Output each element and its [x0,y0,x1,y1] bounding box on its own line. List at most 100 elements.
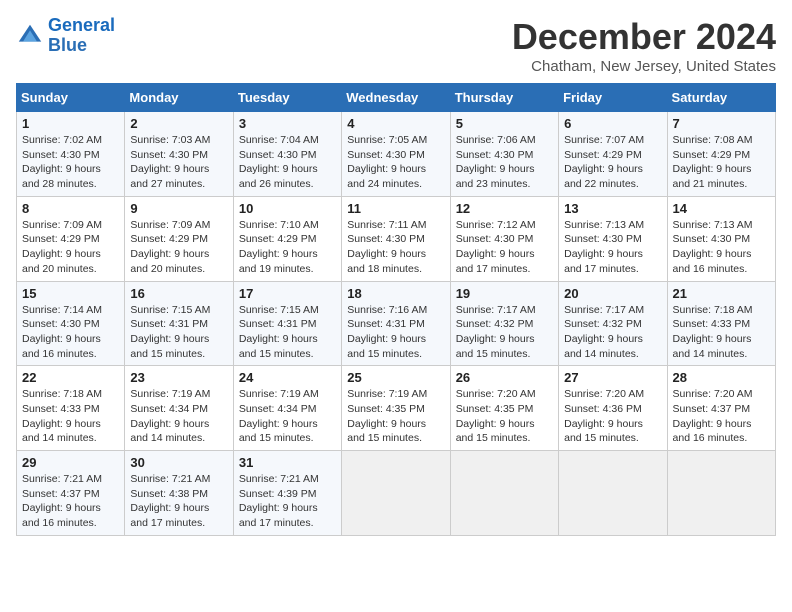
calendar-week-5: 29 Sunrise: 7:21 AMSunset: 4:37 PMDayligh… [17,451,776,536]
day-detail: Sunrise: 7:21 AMSunset: 4:39 PMDaylight:… [239,472,336,531]
calendar-cell: 1 Sunrise: 7:02 AMSunset: 4:30 PMDaylight… [17,112,125,197]
day-number: 6 [564,116,661,131]
calendar-cell: 18 Sunrise: 7:16 AMSunset: 4:31 PMDayligh… [342,281,450,366]
day-detail: Sunrise: 7:17 AMSunset: 4:32 PMDaylight:… [456,303,553,362]
day-detail: Sunrise: 7:19 AMSunset: 4:34 PMDaylight:… [130,387,227,446]
weekday-header-saturday: Saturday [667,84,775,112]
day-detail: Sunrise: 7:19 AMSunset: 4:34 PMDaylight:… [239,387,336,446]
day-detail: Sunrise: 7:15 AMSunset: 4:31 PMDaylight:… [239,303,336,362]
logo-icon [16,22,44,50]
day-number: 17 [239,286,336,301]
calendar-cell: 31 Sunrise: 7:21 AMSunset: 4:39 PMDayligh… [233,451,341,536]
calendar-cell: 17 Sunrise: 7:15 AMSunset: 4:31 PMDayligh… [233,281,341,366]
calendar-week-3: 15 Sunrise: 7:14 AMSunset: 4:30 PMDayligh… [17,281,776,366]
day-detail: Sunrise: 7:13 AMSunset: 4:30 PMDaylight:… [673,218,770,277]
calendar-cell: 25Sunrise: 7:19 AMSunset: 4:35 PMDayligh… [342,366,450,451]
day-detail: Sunrise: 7:13 AMSunset: 4:30 PMDaylight:… [564,218,661,277]
day-number: 10 [239,201,336,216]
calendar-cell: 30 Sunrise: 7:21 AMSunset: 4:38 PMDayligh… [125,451,233,536]
day-number: 29 [22,455,119,470]
location: Chatham, New Jersey, United States [512,58,776,75]
day-detail: Sunrise: 7:06 AMSunset: 4:30 PMDaylight:… [456,133,553,192]
calendar-cell [450,451,558,536]
calendar-cell: 6Sunrise: 7:07 AMSunset: 4:29 PMDaylight… [559,112,667,197]
day-number: 24 [239,370,336,385]
calendar-cell: 29 Sunrise: 7:21 AMSunset: 4:37 PMDayligh… [17,451,125,536]
day-detail: Sunrise: 7:05 AMSunset: 4:30 PMDaylight:… [347,133,444,192]
calendar-cell: 7 Sunrise: 7:08 AMSunset: 4:29 PMDaylight… [667,112,775,197]
calendar-cell: 4 Sunrise: 7:05 AMSunset: 4:30 PMDaylight… [342,112,450,197]
day-detail: Sunrise: 7:12 AMSunset: 4:30 PMDaylight:… [456,218,553,277]
day-detail: Sunrise: 7:14 AMSunset: 4:30 PMDaylight:… [22,303,119,362]
weekday-header-tuesday: Tuesday [233,84,341,112]
calendar-cell: 22Sunrise: 7:18 AMSunset: 4:33 PMDayligh… [17,366,125,451]
day-number: 31 [239,455,336,470]
day-detail: Sunrise: 7:09 AMSunset: 4:29 PMDaylight:… [130,218,227,277]
calendar-table: SundayMondayTuesdayWednesdayThursdayFrid… [16,83,776,536]
day-number: 5 [456,116,553,131]
day-number: 12 [456,201,553,216]
weekday-header-wednesday: Wednesday [342,84,450,112]
day-number: 28 [673,370,770,385]
calendar-cell: 3 Sunrise: 7:04 AMSunset: 4:30 PMDaylight… [233,112,341,197]
calendar-header-row: SundayMondayTuesdayWednesdayThursdayFrid… [17,84,776,112]
day-number: 23 [130,370,227,385]
logo-text: General Blue [48,16,115,56]
day-detail: Sunrise: 7:20 AMSunset: 4:36 PMDaylight:… [564,387,661,446]
calendar-cell: 15 Sunrise: 7:14 AMSunset: 4:30 PMDayligh… [17,281,125,366]
day-detail: Sunrise: 7:16 AMSunset: 4:31 PMDaylight:… [347,303,444,362]
day-number: 27 [564,370,661,385]
logo: General Blue [16,16,115,56]
calendar-cell: 23 Sunrise: 7:19 AMSunset: 4:34 PMDayligh… [125,366,233,451]
calendar-cell: 9Sunrise: 7:09 AMSunset: 4:29 PMDaylight… [125,196,233,281]
day-detail: Sunrise: 7:03 AMSunset: 4:30 PMDaylight:… [130,133,227,192]
calendar-cell: 28Sunrise: 7:20 AMSunset: 4:37 PMDayligh… [667,366,775,451]
day-number: 25 [347,370,444,385]
calendar-cell: 2Sunrise: 7:03 AMSunset: 4:30 PMDaylight… [125,112,233,197]
day-number: 30 [130,455,227,470]
day-number: 13 [564,201,661,216]
calendar-week-4: 22Sunrise: 7:18 AMSunset: 4:33 PMDayligh… [17,366,776,451]
calendar-cell [667,451,775,536]
calendar-cell: 12 Sunrise: 7:12 AMSunset: 4:30 PMDayligh… [450,196,558,281]
calendar-cell: 8 Sunrise: 7:09 AMSunset: 4:29 PMDaylight… [17,196,125,281]
calendar-cell: 13 Sunrise: 7:13 AMSunset: 4:30 PMDayligh… [559,196,667,281]
weekday-header-sunday: Sunday [17,84,125,112]
day-detail: Sunrise: 7:21 AMSunset: 4:38 PMDaylight:… [130,472,227,531]
calendar-cell [342,451,450,536]
calendar-cell: 14 Sunrise: 7:13 AMSunset: 4:30 PMDayligh… [667,196,775,281]
day-number: 1 [22,116,119,131]
day-detail: Sunrise: 7:18 AMSunset: 4:33 PMDaylight:… [22,387,119,446]
day-number: 3 [239,116,336,131]
day-number: 8 [22,201,119,216]
day-detail: Sunrise: 7:02 AMSunset: 4:30 PMDaylight:… [22,133,119,192]
day-detail: Sunrise: 7:10 AMSunset: 4:29 PMDaylight:… [239,218,336,277]
calendar-cell: 26Sunrise: 7:20 AMSunset: 4:35 PMDayligh… [450,366,558,451]
day-detail: Sunrise: 7:17 AMSunset: 4:32 PMDaylight:… [564,303,661,362]
calendar-cell [559,451,667,536]
day-detail: Sunrise: 7:08 AMSunset: 4:29 PMDaylight:… [673,133,770,192]
day-number: 19 [456,286,553,301]
calendar-cell: 5 Sunrise: 7:06 AMSunset: 4:30 PMDaylight… [450,112,558,197]
weekday-header-thursday: Thursday [450,84,558,112]
day-detail: Sunrise: 7:15 AMSunset: 4:31 PMDaylight:… [130,303,227,362]
day-detail: Sunrise: 7:18 AMSunset: 4:33 PMDaylight:… [673,303,770,362]
calendar-cell: 10 Sunrise: 7:10 AMSunset: 4:29 PMDayligh… [233,196,341,281]
day-number: 14 [673,201,770,216]
logo-line1: General [48,15,115,35]
calendar-cell: 27 Sunrise: 7:20 AMSunset: 4:36 PMDayligh… [559,366,667,451]
day-detail: Sunrise: 7:09 AMSunset: 4:29 PMDaylight:… [22,218,119,277]
day-number: 15 [22,286,119,301]
day-number: 21 [673,286,770,301]
day-number: 20 [564,286,661,301]
day-number: 18 [347,286,444,301]
day-number: 16 [130,286,227,301]
calendar-cell: 21 Sunrise: 7:18 AMSunset: 4:33 PMDayligh… [667,281,775,366]
calendar-cell: 19 Sunrise: 7:17 AMSunset: 4:32 PMDayligh… [450,281,558,366]
calendar-week-1: 1 Sunrise: 7:02 AMSunset: 4:30 PMDaylight… [17,112,776,197]
day-number: 7 [673,116,770,131]
day-detail: Sunrise: 7:04 AMSunset: 4:30 PMDaylight:… [239,133,336,192]
day-detail: Sunrise: 7:21 AMSunset: 4:37 PMDaylight:… [22,472,119,531]
day-number: 4 [347,116,444,131]
day-number: 26 [456,370,553,385]
